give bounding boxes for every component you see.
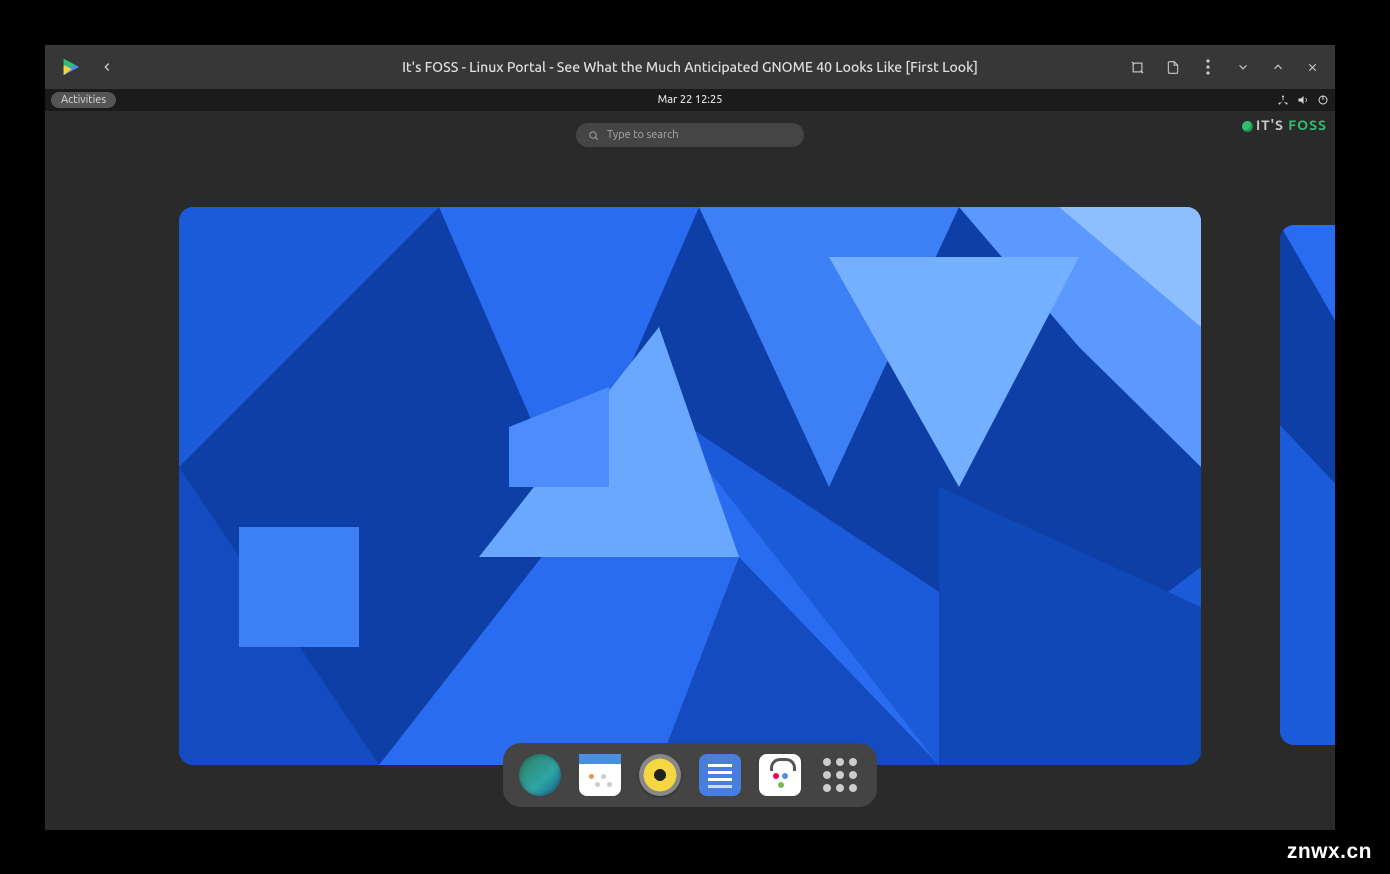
titlebar: It's FOSS - Linux Portal - See What the … [45,45,1335,89]
activities-button[interactable]: Activities [51,92,116,108]
volume-icon[interactable] [1297,94,1309,106]
menu-button[interactable] [1195,53,1220,81]
video-player-window: It's FOSS - Linux Portal - See What the … [45,45,1335,830]
dock [503,743,877,807]
workspace-area [45,207,1335,765]
search-container: Type to search [576,123,804,147]
app-logo-icon [59,56,81,78]
network-icon[interactable] [1277,94,1289,106]
search-icon [588,130,599,141]
window-title: It's FOSS - Linux Portal - See What the … [255,59,1125,75]
wallpaper [179,207,1201,765]
video-content: Activities Mar 22 12:25 IT'S FOSS Type t [45,89,1335,830]
clock[interactable]: Mar 22 12:25 [658,94,723,106]
search-placeholder: Type to search [607,129,679,141]
dock-web-browser[interactable] [519,754,561,796]
app-grid-icon [823,758,857,792]
search-input[interactable]: Type to search [576,123,804,147]
page-watermark: znwx.cn [1287,840,1372,864]
dock-text-editor[interactable] [699,754,741,796]
document-icon[interactable] [1160,53,1185,81]
power-icon[interactable] [1317,94,1329,106]
dock-app-grid[interactable] [819,754,861,796]
workspace-main[interactable] [179,207,1201,765]
gnome-topbar: Activities Mar 22 12:25 [45,89,1335,111]
dock-music-player[interactable] [639,754,681,796]
wallpaper-peek [1280,225,1335,745]
maximize-button[interactable] [1265,53,1290,81]
itsfoss-watermark: IT'S FOSS [1242,117,1327,133]
close-button[interactable] [1300,53,1325,81]
back-button[interactable] [93,53,121,81]
dock-software-store[interactable] [759,754,801,796]
minimize-button[interactable] [1230,53,1255,81]
dock-calendar[interactable] [579,754,621,796]
crop-icon[interactable] [1125,53,1150,81]
workspace-next[interactable] [1280,225,1335,745]
